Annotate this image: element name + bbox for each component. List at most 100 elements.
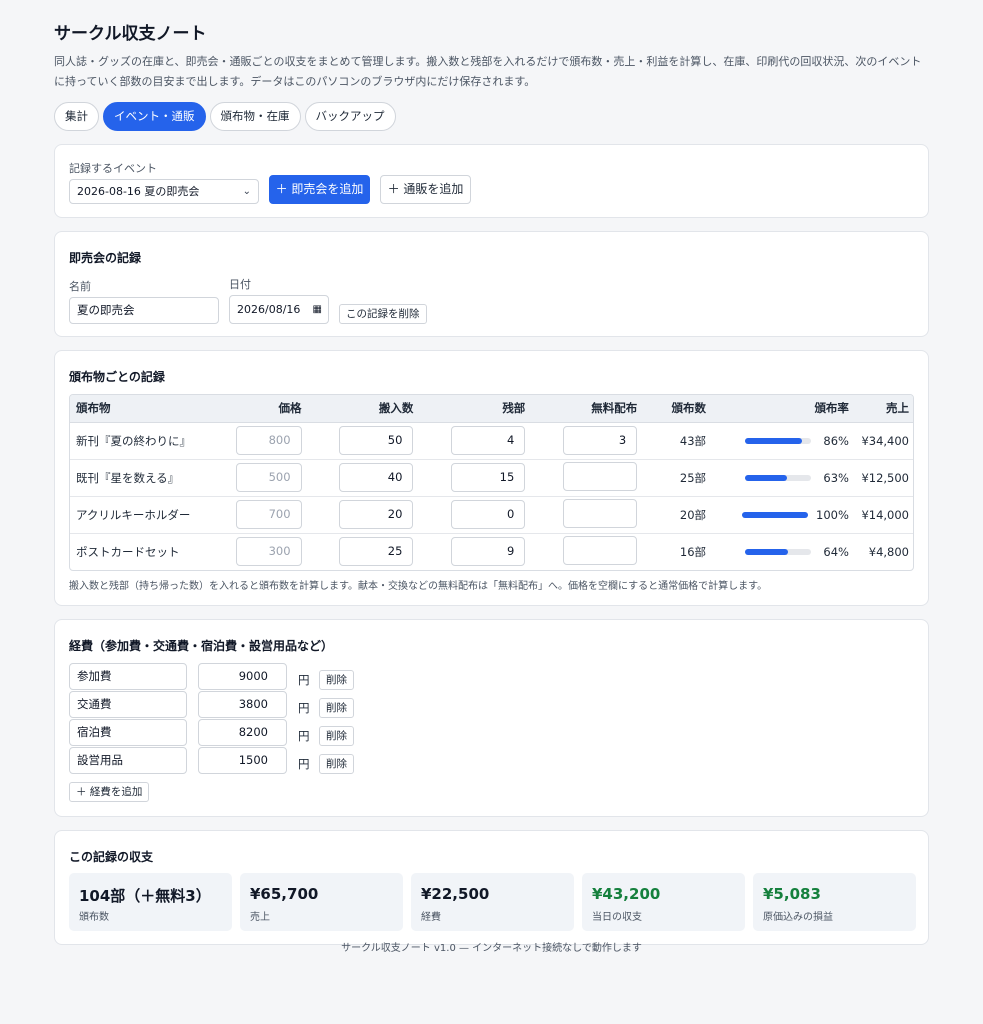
delete-expense-button[interactable]: 削除: [319, 698, 354, 718]
yen-unit: 円: [298, 701, 310, 715]
add-event-button[interactable]: ＋ 即売会を追加: [269, 175, 370, 204]
table-row: ポストカードセット 300 25 9 16部 64% ¥4,800: [70, 533, 913, 570]
rate-label: 64%: [823, 544, 849, 559]
expenses-card: 経費（参加費・交通費・宿泊費・設営用品など） 参加費 9000 円削除 交通費 3800…: [54, 619, 929, 817]
items-card: 頒布物ごとの記録 頒布物 価格 搬入数 残部 無料配布 頒布数 頒布率 売上 新…: [54, 350, 929, 606]
summary-label: 当日の収支: [592, 912, 642, 923]
rate-bar: [742, 512, 809, 518]
expense-amount-input[interactable]: 8200: [198, 719, 287, 746]
free-input[interactable]: 3: [563, 426, 638, 455]
app-container: サークル収支ノート 同人誌・グッズの在庫と、即売会・通販ごとの収支をまとめて管理…: [54, 22, 929, 132]
sales-amount: ¥14,000: [854, 496, 913, 534]
brought-input[interactable]: 40: [339, 463, 414, 492]
summary-value: 104部（＋無料3）: [79, 887, 211, 905]
rate-label: 100%: [816, 507, 849, 522]
summary-box: 104部（＋無料3） 頒布数: [69, 873, 232, 931]
price-input[interactable]: 800: [235, 426, 302, 455]
rate-bar-fill: [742, 512, 809, 518]
header-price: 価格: [229, 395, 308, 423]
expense-amount-input[interactable]: 9000: [198, 663, 287, 690]
brought-input[interactable]: 20: [339, 500, 414, 529]
tab-events[interactable]: イベント・通販: [103, 102, 206, 131]
summary-title: この記録の収支: [69, 850, 154, 864]
event-select-card: 記録するイベント 2026-08-16 夏の即売会 ⌄ ＋ 即売会を追加 ＋ 通…: [54, 144, 929, 218]
price-input[interactable]: 500: [235, 463, 302, 492]
date-label: 日付: [229, 278, 251, 291]
page-description: 同人誌・グッズの在庫と、即売会・通販ごとの収支をまとめて管理します。搬入数と残部…: [54, 55, 922, 88]
delete-expense-button[interactable]: 削除: [319, 670, 354, 690]
expense-name-input[interactable]: 参加費: [69, 663, 187, 690]
summary-box: ¥65,700 売上: [240, 873, 403, 931]
event-select-label: 記録するイベント: [69, 162, 157, 175]
add-expense-button[interactable]: ＋ 経費を追加: [69, 782, 150, 802]
item-name: アクリルキーホルダー: [70, 496, 230, 534]
header-sales: 売上: [854, 395, 913, 423]
rate-label: 86%: [823, 433, 849, 448]
delete-expense-button[interactable]: 削除: [319, 726, 354, 746]
record-title: 即売会の記録: [69, 251, 142, 265]
yen-unit: 円: [298, 729, 310, 743]
rate-label: 63%: [823, 470, 849, 485]
summary-label: 売上: [250, 912, 270, 923]
expense-name-input[interactable]: 交通費: [69, 691, 187, 718]
rate-bar-fill: [745, 475, 787, 481]
free-input[interactable]: [563, 498, 638, 528]
sold-count: 20部: [643, 496, 713, 534]
remaining-input[interactable]: 15: [451, 463, 526, 492]
price-input[interactable]: 700: [235, 500, 302, 529]
item-name: 新刊『夏の終わりに』: [70, 422, 230, 460]
page-title: サークル収支ノート: [54, 24, 207, 44]
summary-label: 経費: [421, 912, 441, 923]
summary-box: ¥43,200 当日の収支: [582, 873, 745, 931]
header-remaining: 残部: [419, 395, 532, 423]
name-input[interactable]: 夏の即売会: [69, 297, 219, 324]
calendar-icon: ▦: [312, 304, 322, 315]
event-select[interactable]: 2026-08-16 夏の即売会 ⌄: [69, 179, 259, 204]
sales-amount: ¥4,800: [868, 544, 909, 559]
name-label: 名前: [69, 280, 91, 293]
delete-record-button[interactable]: この記録を削除: [339, 304, 427, 324]
items-title: 頒布物ごとの記録: [69, 370, 165, 384]
remaining-input[interactable]: 0: [451, 500, 526, 529]
summary-value: ¥5,083: [763, 885, 821, 903]
brought-input[interactable]: 50: [339, 426, 414, 455]
items-table: 頒布物 価格 搬入数 残部 無料配布 頒布数 頒布率 売上 新刊『夏の終わりに』…: [69, 394, 914, 571]
sold-count: 25部: [643, 459, 713, 497]
table-row: 既刊『星を数える』 500 40 15 25部 63% ¥12,500: [70, 459, 913, 497]
expense-amount-input[interactable]: 1500: [198, 747, 287, 774]
free-input[interactable]: [563, 535, 638, 565]
header-rate: 頒布率: [712, 395, 855, 423]
tab-inventory[interactable]: 頒布物・在庫: [209, 102, 301, 131]
delete-expense-button[interactable]: 削除: [319, 754, 354, 774]
rate-bar: [745, 549, 812, 556]
sales-amount: ¥12,500: [854, 459, 913, 497]
date-input[interactable]: 2026/08/16 ▦: [229, 295, 329, 324]
expense-name-input[interactable]: 設営用品: [69, 747, 187, 774]
remaining-input[interactable]: 4: [451, 426, 526, 455]
event-select-value: 2026-08-16 夏の即売会: [77, 185, 200, 198]
sold-count: 43部: [643, 422, 713, 460]
table-row: アクリルキーホルダー 700 20 0 20部 100% ¥14,000: [70, 496, 913, 534]
price-input[interactable]: 300: [235, 537, 302, 567]
remaining-input[interactable]: 9: [451, 537, 526, 567]
brought-input[interactable]: 25: [339, 537, 414, 567]
yen-unit: 円: [298, 757, 310, 771]
item-name: 既刊『星を数える』: [70, 459, 230, 497]
item-name: ポストカードセット: [76, 544, 180, 559]
header-free: 無料配布: [531, 395, 644, 423]
summary-label: 頒布数: [79, 912, 109, 923]
tab-backup[interactable]: バックアップ: [304, 102, 396, 131]
expense-amount-input[interactable]: 3800: [198, 691, 287, 718]
summary-card: この記録の収支 104部（＋無料3） 頒布数 ¥65,700 売上 ¥22,500 経費 ¥…: [54, 830, 929, 945]
tab-summary[interactable]: 集計: [54, 102, 99, 131]
rate-bar-fill: [745, 549, 788, 556]
header-brought: 搬入数: [307, 395, 420, 423]
rate-bar-fill: [745, 438, 803, 444]
add-mail-order-button[interactable]: ＋ 通販を追加: [380, 175, 471, 204]
summary-box: ¥5,083 原価込みの損益: [753, 873, 916, 931]
header-sold: 頒布数: [643, 395, 713, 423]
free-input[interactable]: [563, 461, 638, 491]
tab-bar: 集計 イベント・通販 頒布物・在庫 バックアップ: [54, 102, 929, 132]
rate-bar: [745, 438, 812, 444]
expense-name-input[interactable]: 宿泊費: [69, 719, 187, 746]
